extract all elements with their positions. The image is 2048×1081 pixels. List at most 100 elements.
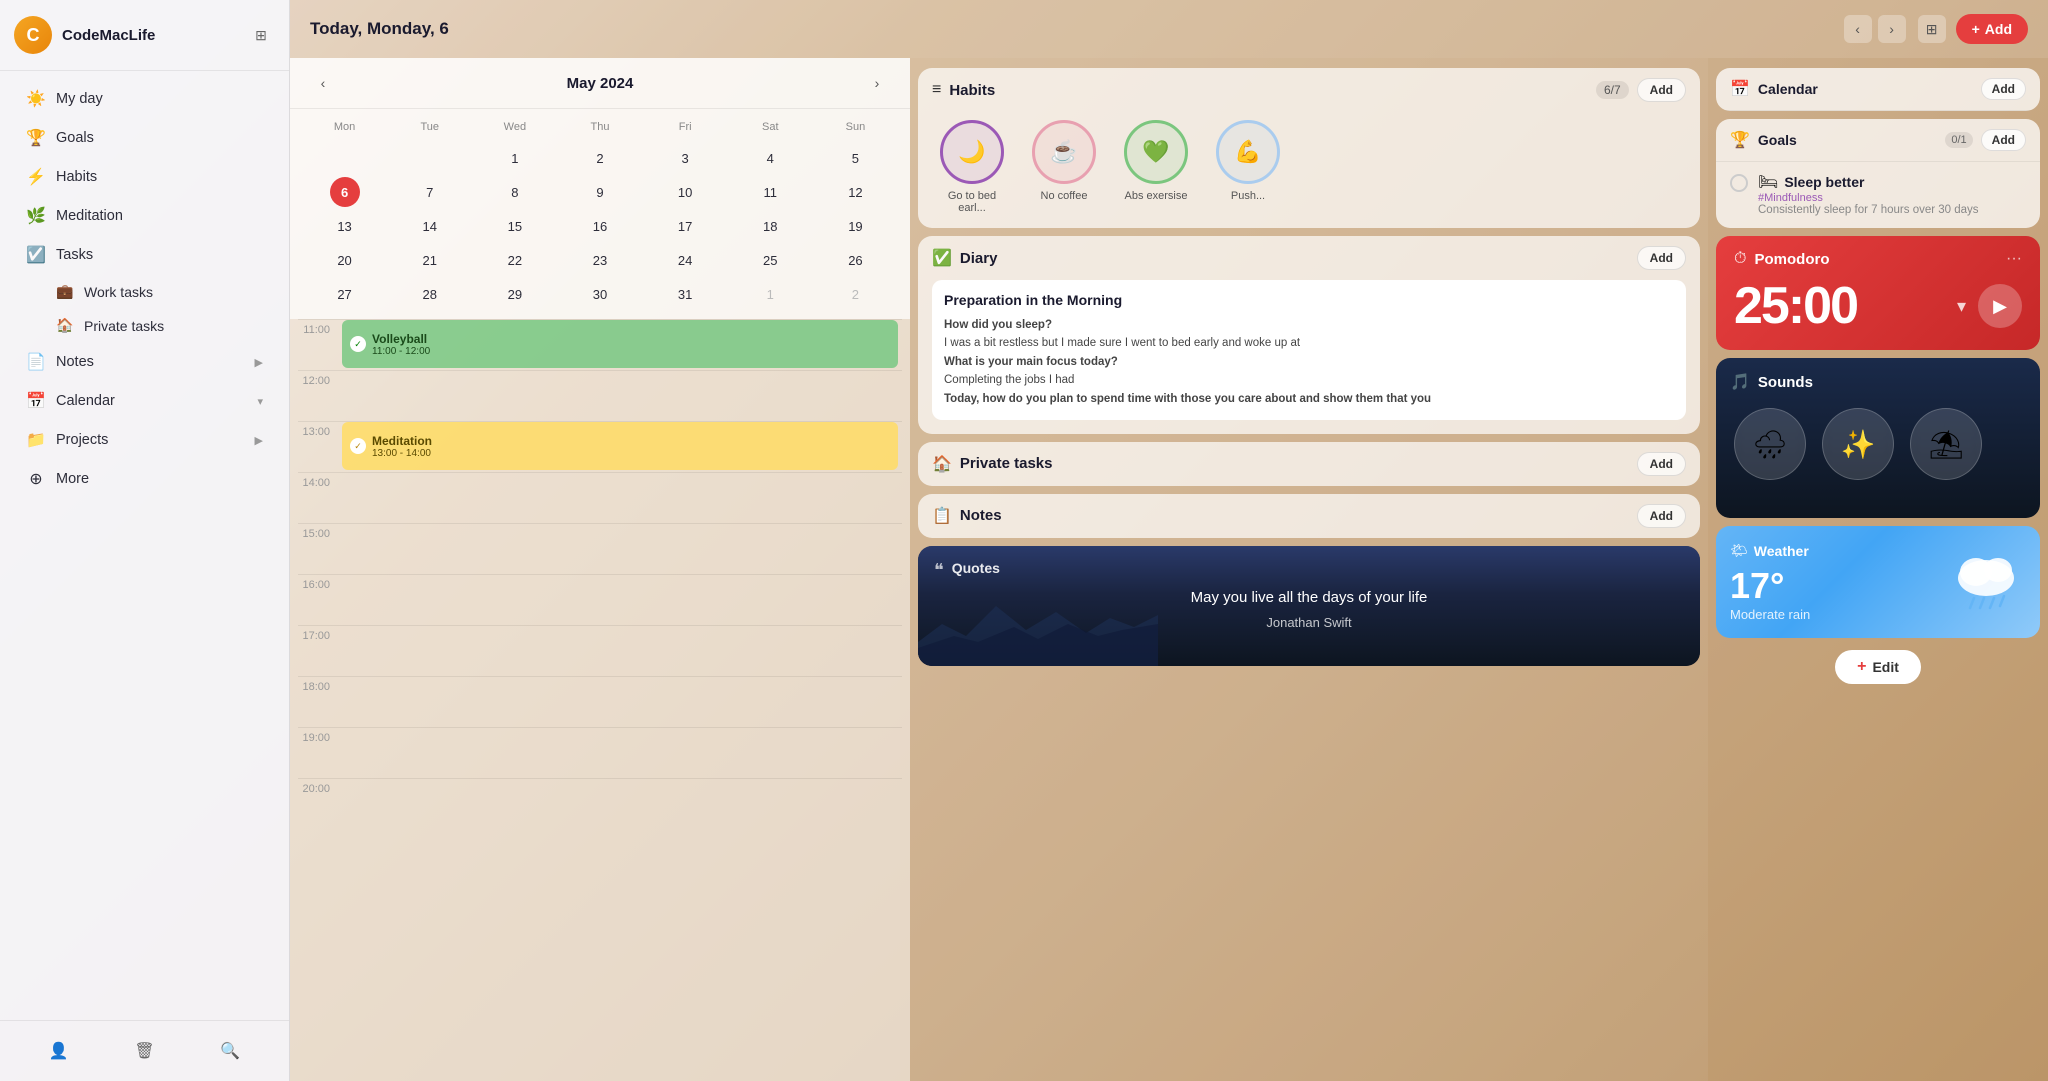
goal-checkbox-sleepbetter[interactable] bbox=[1730, 174, 1748, 192]
cal-day-17[interactable]: 17 bbox=[670, 211, 700, 241]
sound-circle-rain[interactable]: 🌧 bbox=[1734, 408, 1806, 480]
sidebar-item-meditation[interactable]: 🌿 Meditation bbox=[8, 197, 281, 235]
time-slot-1700: 17:00 bbox=[298, 625, 902, 676]
cal-day-7[interactable]: 7 bbox=[415, 177, 445, 207]
cal-day-26[interactable]: 26 bbox=[840, 245, 870, 275]
notes-add-button[interactable]: Add bbox=[1637, 504, 1686, 528]
habit-item-gotobedearl[interactable]: 🌙 Go to bed earl... bbox=[932, 120, 1012, 214]
notes-nav-icon: 📄 bbox=[26, 352, 46, 372]
notes-widget-header: 📋 Notes Add bbox=[918, 494, 1700, 538]
cal-day-5[interactable]: 5 bbox=[840, 143, 870, 173]
weather-header: 🌤 Weather bbox=[1730, 542, 1934, 559]
cal-prev-button[interactable]: ‹ bbox=[310, 70, 336, 96]
cal-day-18[interactable]: 18 bbox=[755, 211, 785, 241]
cal-day-27[interactable]: 27 bbox=[330, 279, 360, 309]
layers-icon[interactable]: ⊞ bbox=[1918, 15, 1946, 43]
time-slot-1400: 14:00 bbox=[298, 472, 902, 523]
sidebar-item-habits[interactable]: ⚡ Habits bbox=[8, 158, 281, 196]
event-volleyball-info: Volleyball 11:00 - 12:00 bbox=[372, 332, 430, 357]
goals-right-add-button[interactable]: Add bbox=[1981, 129, 2026, 151]
event-volleyball[interactable]: ✓ Volleyball 11:00 - 12:00 bbox=[342, 320, 898, 368]
sidebar-item-projects[interactable]: 📁 Projects ▶ bbox=[8, 421, 281, 459]
private-tasks-header: 🏠 Private tasks Add bbox=[918, 442, 1700, 486]
user-profile-button[interactable]: 👤 bbox=[41, 1033, 77, 1069]
sound-circle-beach[interactable]: ⛱ bbox=[1910, 408, 1982, 480]
time-slot-1900: 19:00 bbox=[298, 727, 902, 778]
cal-day-20[interactable]: 20 bbox=[330, 245, 360, 275]
projects-icon: 📁 bbox=[26, 430, 46, 450]
cal-day-16[interactable]: 16 bbox=[585, 211, 615, 241]
sidebar-label-meditation: Meditation bbox=[56, 208, 123, 224]
habit-item-absexersise[interactable]: 💚 Abs exersise bbox=[1116, 120, 1196, 214]
next-button[interactable]: › bbox=[1878, 15, 1906, 43]
event-check-icon: ✓ bbox=[350, 336, 366, 352]
cal-day-9[interactable]: 9 bbox=[585, 177, 615, 207]
cal-day-1[interactable]: 1 bbox=[500, 143, 530, 173]
habit-item-nocoffee[interactable]: ☕ No coffee bbox=[1024, 120, 1104, 214]
sidebar-label-projects: Projects bbox=[56, 432, 108, 448]
sidebar-item-myday[interactable]: ☀️ My day bbox=[8, 80, 281, 118]
add-main-button[interactable]: + Edit Add bbox=[1956, 14, 2028, 44]
slot-area-1100: ✓ Volleyball 11:00 - 12:00 bbox=[338, 320, 902, 370]
cal-day-13[interactable]: 13 bbox=[330, 211, 360, 241]
search-button[interactable]: 🔍 bbox=[212, 1033, 248, 1069]
cal-day-24[interactable]: 24 bbox=[670, 245, 700, 275]
cal-day-23[interactable]: 23 bbox=[585, 245, 615, 275]
cal-day-2[interactable]: 2 bbox=[840, 279, 870, 309]
habits-widget: ≡ Habits 6/7 Add 🌙 Go to bed earl... ☕ N… bbox=[918, 68, 1700, 228]
sidebar-label-notes: Notes bbox=[56, 354, 94, 370]
slot-area-1900 bbox=[338, 728, 902, 778]
sidebar-item-goals[interactable]: 🏆 Goals bbox=[8, 119, 281, 157]
cal-day-1[interactable]: 1 bbox=[755, 279, 785, 309]
cal-day-19[interactable]: 19 bbox=[840, 211, 870, 241]
expand-icon[interactable]: ⊞ bbox=[247, 21, 275, 49]
event-meditation-name: Meditation bbox=[372, 434, 432, 448]
cal-day-21[interactable]: 21 bbox=[415, 245, 445, 275]
cal-day-28[interactable]: 28 bbox=[415, 279, 445, 309]
weather-cloud-icon bbox=[1946, 540, 2026, 624]
cal-day-30[interactable]: 30 bbox=[585, 279, 615, 309]
cal-day-4[interactable]: 4 bbox=[755, 143, 785, 173]
cal-day-2[interactable]: 2 bbox=[585, 143, 615, 173]
habit-item-push[interactable]: 💪 Push... bbox=[1208, 120, 1288, 214]
time-slot-1100: 11:00 ✓ Volleyball 11:00 - 12:00 bbox=[298, 319, 902, 370]
calendar-days-grid: 1234567891011121314151617181920212223242… bbox=[302, 141, 898, 311]
pomodoro-menu-button[interactable]: ··· bbox=[2006, 250, 2022, 268]
private-tasks-add-button[interactable]: Add bbox=[1637, 452, 1686, 476]
sound-circle-magic[interactable]: ✨ bbox=[1822, 408, 1894, 480]
sidebar-item-privatetasks[interactable]: 🏠 Private tasks bbox=[8, 309, 281, 342]
sidebar-item-worktasks[interactable]: 💼 Work tasks bbox=[8, 275, 281, 308]
sidebar-item-calendar[interactable]: 📅 Calendar ▾ bbox=[8, 382, 281, 420]
cal-day-11[interactable]: 11 bbox=[755, 177, 785, 207]
calendar-right-add-button[interactable]: Add bbox=[1981, 78, 2026, 100]
cal-day-10[interactable]: 10 bbox=[670, 177, 700, 207]
cal-day-31[interactable]: 31 bbox=[670, 279, 700, 309]
cal-day-8[interactable]: 8 bbox=[500, 177, 530, 207]
cal-day-25[interactable]: 25 bbox=[755, 245, 785, 275]
sidebar-item-tasks[interactable]: ☑️ Tasks bbox=[8, 236, 281, 274]
prev-button[interactable]: ‹ bbox=[1844, 15, 1872, 43]
edit-button[interactable]: + Edit bbox=[1835, 650, 1921, 684]
cal-day-15[interactable]: 15 bbox=[500, 211, 530, 241]
sidebar-item-more[interactable]: ⊕ More bbox=[8, 460, 281, 498]
edit-btn-container: + Edit bbox=[1716, 646, 2040, 694]
cal-day-empty bbox=[330, 143, 360, 173]
cal-next-button[interactable]: › bbox=[864, 70, 890, 96]
habits-add-button[interactable]: Add bbox=[1637, 78, 1686, 102]
cal-day-6[interactable]: 6 bbox=[330, 177, 360, 207]
habits-icon: ⚡ bbox=[26, 167, 46, 187]
diary-add-button[interactable]: Add bbox=[1637, 246, 1686, 270]
event-meditation[interactable]: ✓ Meditation 13:00 - 14:00 bbox=[342, 422, 898, 470]
habit-label-gotobedearl: Go to bed earl... bbox=[937, 190, 1007, 214]
trash-button[interactable]: 🗑 bbox=[126, 1033, 162, 1069]
sidebar: C CodeMacLife ⊞ ☀️ My day 🏆 Goals ⚡ Habi… bbox=[0, 0, 290, 1081]
pomodoro-dropdown-icon[interactable]: ▾ bbox=[1957, 296, 1966, 317]
cal-day-12[interactable]: 12 bbox=[840, 177, 870, 207]
tasks-icon: ☑️ bbox=[26, 245, 46, 265]
pomodoro-play-button[interactable]: ▶ bbox=[1978, 284, 2022, 328]
cal-day-14[interactable]: 14 bbox=[415, 211, 445, 241]
cal-day-22[interactable]: 22 bbox=[500, 245, 530, 275]
sidebar-item-notes[interactable]: 📄 Notes ▶ bbox=[8, 343, 281, 381]
cal-day-3[interactable]: 3 bbox=[670, 143, 700, 173]
cal-day-29[interactable]: 29 bbox=[500, 279, 530, 309]
